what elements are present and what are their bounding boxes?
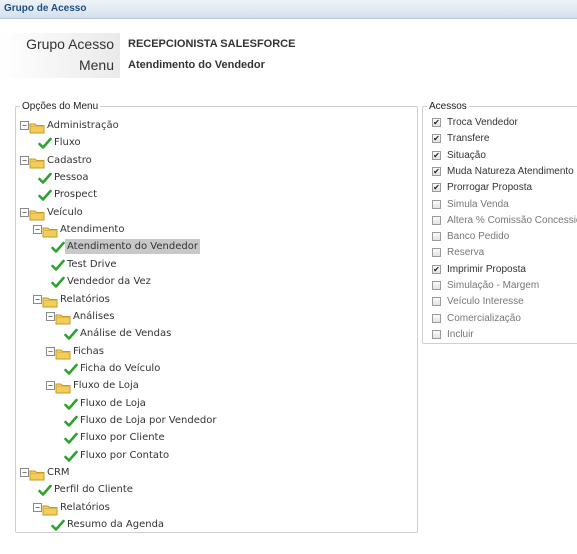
folder-icon (55, 310, 71, 325)
folder-icon (55, 379, 71, 394)
collapse-toggle-icon[interactable]: − (20, 207, 29, 217)
green-check-icon (64, 361, 78, 375)
green-check-icon (38, 187, 52, 202)
collapse-toggle-icon[interactable]: − (20, 468, 29, 477)
collapse-toggle-icon[interactable]: − (33, 502, 42, 512)
checkbox-unchecked[interactable] (432, 232, 441, 242)
tree-node-label[interactable]: Fluxo de Loja (71, 378, 141, 393)
green-check-icon (51, 517, 65, 531)
access-item-label: Altera % Comissão Concession (447, 214, 577, 226)
collapse-toggle-icon[interactable]: − (20, 155, 29, 165)
access-item-label: Prorrogar Proposta (447, 182, 533, 194)
access-item-label: Situação (447, 149, 486, 161)
tree-node-label[interactable]: Relatórios (58, 292, 112, 307)
folder-icon (29, 206, 45, 221)
checkbox-checked[interactable]: ✔ (432, 264, 441, 274)
folder-icon (42, 501, 58, 516)
collapse-toggle-icon[interactable]: − (33, 294, 42, 304)
access-item-label: Imprimir Proposta (447, 263, 526, 275)
folder-icon (29, 154, 45, 169)
tree-leaf-label[interactable]: Fluxo (52, 135, 83, 150)
access-item-label: Simulação - Margem (447, 280, 540, 291)
folder-icon (29, 466, 45, 481)
collapse-toggle-icon[interactable]: − (20, 121, 29, 130)
tree-node-label[interactable]: CRM (45, 465, 72, 480)
tree-leaf-label[interactable]: Pessoa (52, 170, 91, 185)
checkbox-checked[interactable]: ✔ (432, 134, 441, 144)
checkbox-unchecked[interactable] (432, 199, 441, 209)
tree-node-label[interactable]: Relatórios (58, 500, 112, 515)
checkbox-unchecked[interactable] (432, 281, 441, 290)
tree-node-label[interactable]: Fichas (71, 344, 106, 359)
folder-icon (29, 119, 45, 134)
access-item-label: Muda Natureza Atendimento (447, 165, 574, 177)
access-item-label: Simula Venda (447, 198, 509, 210)
access-legend: Acessos (429, 101, 467, 112)
tree-leaf-label[interactable]: Fluxo de Loja (78, 396, 148, 411)
checkbox-checked[interactable]: ✔ (432, 150, 441, 160)
access-item-label: Incluir (447, 328, 474, 340)
folder-icon (55, 345, 71, 360)
checkbox-checked[interactable]: ✔ (432, 166, 441, 176)
collapse-toggle-icon[interactable]: − (33, 225, 42, 235)
checkbox-unchecked[interactable] (432, 215, 441, 225)
checkbox-unchecked[interactable] (432, 313, 441, 323)
green-check-icon (51, 274, 65, 288)
menu-label: Menu (78, 57, 114, 73)
green-check-icon (38, 135, 52, 150)
tree-node-label[interactable]: Administração (45, 118, 121, 133)
tree-leaf-label[interactable]: Análise de Vendas (78, 326, 173, 341)
grupo-acesso-value: RECEPCIONISTA SALESFORCE (128, 38, 296, 50)
tree-leaf-label[interactable]: Fluxo de Loja por Vendedor (78, 413, 218, 428)
checkbox-unchecked[interactable] (432, 248, 441, 258)
tree-leaf-label[interactable]: Resumo da Agenda (65, 517, 166, 532)
checkbox-unchecked[interactable] (432, 329, 441, 339)
green-check-icon (64, 326, 78, 340)
access-list: ✔ Troca Vendedor ✔ Transfere ✔ Situação ✔ Muda … (426, 115, 577, 343)
green-check-icon (64, 430, 78, 445)
access-item-label: Troca Vendedor (447, 117, 518, 128)
collapse-toggle-icon[interactable]: − (46, 311, 55, 321)
tree-leaf-label[interactable]: Perfil do Cliente (52, 482, 135, 497)
tree-leaf-label[interactable]: Ficha do Veículo (78, 361, 162, 376)
green-check-icon (64, 413, 78, 427)
tree-leaf-label-selected[interactable]: Atendimento do Vendedor (65, 239, 200, 255)
window-title: Grupo de Acesso (4, 3, 87, 14)
tree-leaf-label[interactable]: Fluxo por Contato (78, 448, 171, 463)
green-check-icon (64, 396, 78, 410)
tree-node-label[interactable]: Análises (71, 309, 116, 324)
menu-options-legend: Opções do Menu (22, 101, 99, 112)
checkbox-checked[interactable]: ✔ (432, 118, 441, 127)
green-check-icon (64, 448, 78, 462)
access-item-label: Banco Pedido (447, 231, 510, 243)
checkbox-unchecked[interactable] (432, 297, 441, 307)
collapse-toggle-icon[interactable]: − (46, 381, 55, 391)
tree-leaf-label[interactable]: Fluxo por Cliente (78, 430, 167, 445)
access-item-label: Veículo Interesse (447, 296, 524, 308)
access-item-label: Reserva (447, 247, 485, 259)
collapse-toggle-icon[interactable]: − (46, 346, 55, 356)
tree-node-label[interactable]: Atendimento (58, 222, 126, 237)
folder-icon (42, 223, 58, 238)
tree-node-label[interactable]: Veículo (45, 205, 85, 220)
access-item-label: Transfere (447, 133, 490, 145)
tree-node-label[interactable]: Cadastro (45, 153, 94, 168)
grupo-acesso-label: Grupo Acesso (26, 36, 114, 52)
green-check-icon (51, 257, 65, 271)
green-check-icon (38, 170, 52, 184)
green-check-icon (51, 239, 65, 254)
access-item-label: Comercialização (447, 312, 521, 324)
green-check-icon (38, 482, 52, 497)
window-title-bar: Grupo de Acesso (0, 0, 577, 19)
folder-icon (42, 293, 58, 307)
menu-value: Atendimento do Vendedor (128, 59, 265, 71)
checkbox-checked[interactable]: ✔ (432, 183, 441, 193)
tree-leaf-label[interactable]: Vendedor da Vez (65, 274, 153, 289)
tree-leaf-label[interactable]: Prospect (52, 187, 99, 202)
tree-leaf-label[interactable]: Test Drive (65, 257, 119, 272)
